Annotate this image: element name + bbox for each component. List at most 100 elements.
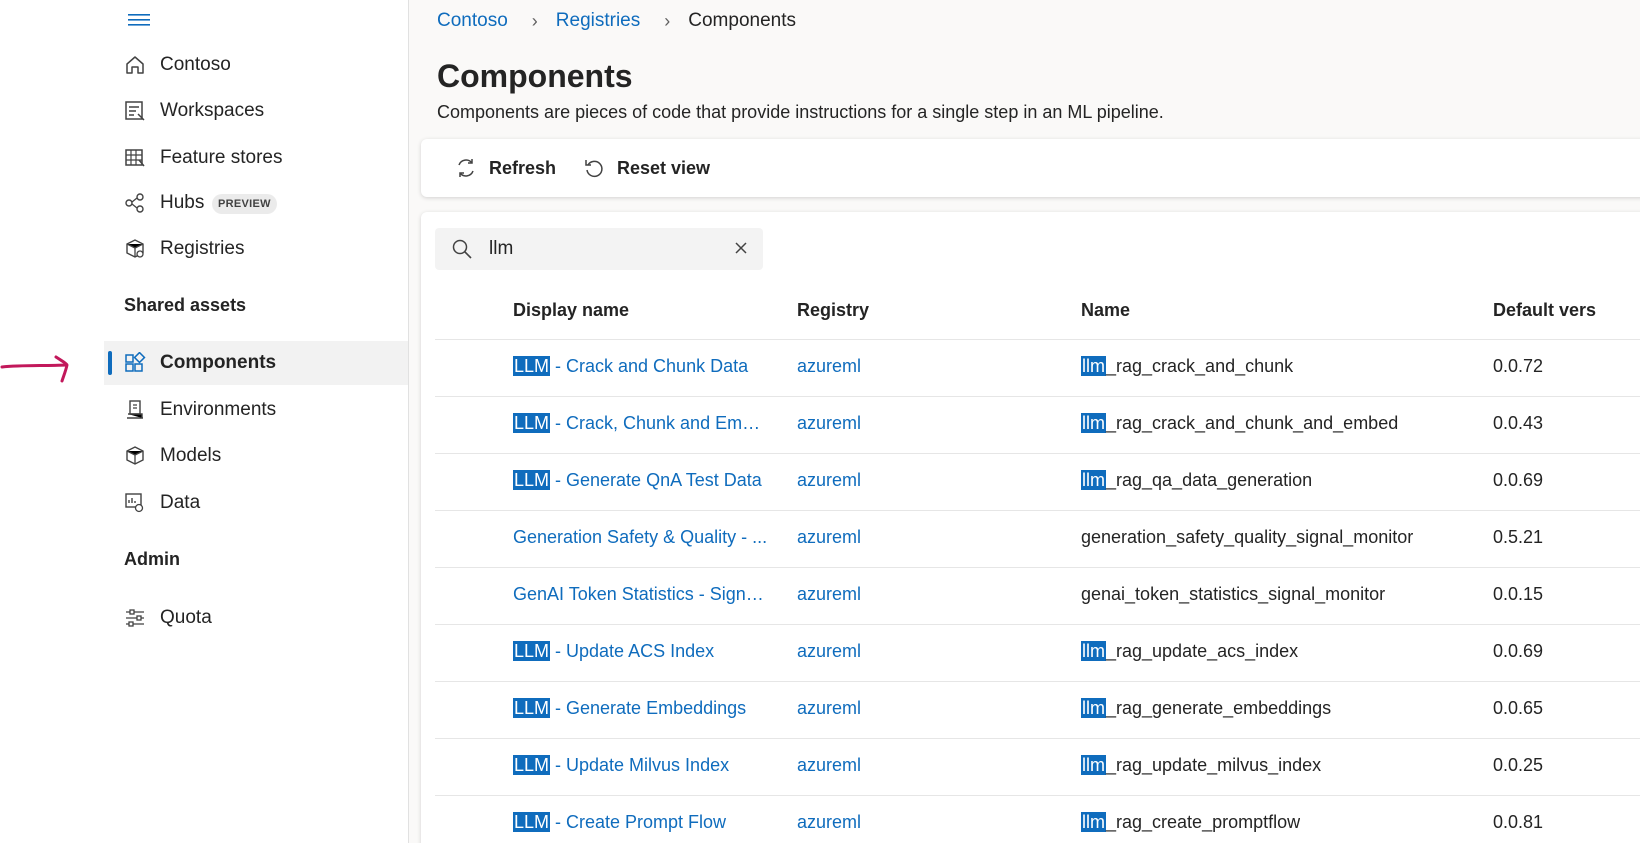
registry-link[interactable]: azureml bbox=[797, 470, 861, 491]
column-header-name[interactable]: Name bbox=[1081, 300, 1130, 321]
registry-link[interactable]: azureml bbox=[797, 527, 861, 548]
nav-item-registries[interactable]: Registries bbox=[104, 227, 408, 271]
left-nav: Contoso Workspaces Feature stores Hubs P… bbox=[0, 0, 408, 843]
components-icon bbox=[125, 352, 146, 372]
column-header-display-name[interactable]: Display name bbox=[513, 300, 629, 321]
table-row[interactable]: LLM - Update ACS Index azureml llm_rag_upd… bbox=[435, 625, 1640, 682]
registry-link[interactable]: azureml bbox=[797, 641, 861, 662]
search-highlight: llm bbox=[1081, 755, 1106, 775]
table-row[interactable]: LLM - Generate Embeddings azureml llm_rag_… bbox=[435, 682, 1640, 739]
nav-item-workspaces[interactable]: Workspaces bbox=[104, 89, 408, 133]
table-row[interactable]: LLM - Crack, Chunk and Embe... azureml llm… bbox=[435, 397, 1640, 454]
quota-icon bbox=[126, 609, 144, 627]
nav-item-label: Registries bbox=[160, 238, 245, 259]
components-list-card: llm Display name Registry Name Default v… bbox=[421, 212, 1640, 843]
nav-item-models[interactable]: Models bbox=[104, 434, 408, 478]
component-name: llm_rag_update_acs_index bbox=[1081, 641, 1298, 662]
table-row[interactable]: LLM - Generate QnA Test Data azureml llm_r… bbox=[435, 454, 1640, 511]
component-name-text: _rag_qa_data_generation bbox=[1106, 470, 1313, 490]
reset-view-label: Reset view bbox=[617, 157, 711, 178]
display-name-link[interactable]: LLM - Crack, Chunk and Embe... bbox=[513, 413, 769, 434]
component-name-text: _rag_crack_and_chunk bbox=[1106, 356, 1294, 376]
display-name-text: - Crack, Chunk and Embe... bbox=[550, 413, 769, 433]
chevron-right-icon: › bbox=[531, 10, 538, 31]
table-row[interactable]: Generation Safety & Quality - ... azureml… bbox=[435, 511, 1640, 568]
default-version: 0.0.69 bbox=[1493, 470, 1544, 490]
registry-link[interactable]: azureml bbox=[797, 812, 861, 833]
search-highlight: llm bbox=[1081, 698, 1106, 718]
nav-item-contoso[interactable]: Contoso bbox=[104, 43, 408, 87]
search-highlight: llm bbox=[1081, 413, 1106, 433]
workspaces-icon bbox=[125, 101, 145, 121]
display-name-link[interactable]: LLM - Generate QnA Test Data bbox=[513, 470, 769, 491]
column-header-registry[interactable]: Registry bbox=[797, 300, 869, 321]
feature-stores-icon bbox=[125, 149, 145, 167]
page-title: Components bbox=[437, 58, 633, 94]
display-name-link[interactable]: GenAI Token Statistics - Signal ... bbox=[513, 584, 769, 605]
search-highlight: llm bbox=[1081, 641, 1106, 661]
component-name: llm_rag_crack_and_chunk_and_embed bbox=[1081, 413, 1398, 434]
refresh-icon bbox=[458, 159, 474, 177]
display-name-text: Generation Safety & Quality - ... bbox=[513, 527, 768, 547]
clear-icon[interactable] bbox=[733, 240, 749, 256]
breadcrumb: Contoso › Registries › Components bbox=[437, 8, 796, 34]
display-name-link[interactable]: LLM - Crack and Chunk Data bbox=[513, 356, 769, 377]
nav-item-components[interactable]: Components bbox=[104, 341, 408, 385]
display-name-link[interactable]: Generation Safety & Quality - ... bbox=[513, 527, 769, 548]
component-name: llm_rag_create_promptflow bbox=[1081, 812, 1300, 833]
registries-icon bbox=[126, 239, 144, 258]
search-highlight: LLM bbox=[513, 755, 551, 775]
component-name-text: _rag_update_milvus_index bbox=[1106, 755, 1322, 775]
hamburger-menu-icon[interactable] bbox=[128, 10, 152, 30]
nav-item-quota[interactable]: Quota bbox=[104, 596, 408, 640]
component-name: generation_safety_quality_signal_monitor bbox=[1081, 527, 1413, 548]
search-highlight: llm bbox=[1081, 356, 1106, 376]
reset-icon bbox=[585, 160, 603, 178]
reset-view-button[interactable]: Reset view bbox=[583, 153, 710, 183]
default-version: 0.0.65 bbox=[1493, 698, 1544, 718]
table-header: Display name Registry Name Default vers bbox=[435, 282, 1640, 340]
table-row[interactable]: GenAI Token Statistics - Signal ... azure… bbox=[435, 568, 1640, 625]
nav-item-data[interactable]: Data bbox=[104, 481, 408, 525]
display-name-link[interactable]: LLM - Create Prompt Flow bbox=[513, 812, 769, 833]
table-row[interactable]: LLM - Crack and Chunk Data azureml llm_rag… bbox=[435, 340, 1640, 397]
component-name-text: _rag_crack_and_chunk_and_embed bbox=[1106, 413, 1399, 433]
display-name-text: - Crack and Chunk Data bbox=[550, 356, 749, 376]
annotation-arrow-icon bbox=[0, 355, 69, 383]
search-input[interactable]: llm bbox=[489, 238, 513, 260]
command-bar: Refresh Reset view bbox=[421, 139, 1640, 197]
nav-item-environments[interactable]: Environments bbox=[104, 388, 408, 432]
nav-item-feature-stores[interactable]: Feature stores bbox=[104, 136, 408, 180]
registry-link[interactable]: azureml bbox=[797, 755, 861, 776]
nav-item-label: Workspaces bbox=[160, 100, 265, 121]
column-header-default-version[interactable]: Default vers bbox=[1493, 300, 1596, 321]
default-version: 0.0.25 bbox=[1493, 755, 1544, 775]
registry-link[interactable]: azureml bbox=[797, 356, 861, 377]
environments-icon bbox=[127, 400, 143, 419]
admin-heading: Admin bbox=[124, 549, 180, 569]
nav-item-label: Hubs bbox=[160, 192, 205, 213]
component-name-text: genai_token_statistics_signal_monitor bbox=[1081, 584, 1386, 604]
nav-item-hubs[interactable]: Hubs PREVIEW bbox=[104, 181, 408, 225]
registry-link[interactable]: azureml bbox=[797, 413, 861, 434]
default-version: 0.0.15 bbox=[1493, 584, 1544, 604]
registry-link[interactable]: azureml bbox=[797, 698, 861, 719]
display-name-link[interactable]: LLM - Update Milvus Index bbox=[513, 755, 769, 776]
display-name-text: - Update Milvus Index bbox=[550, 755, 730, 775]
shared-assets-heading: Shared assets bbox=[124, 295, 247, 315]
registry-link[interactable]: azureml bbox=[797, 584, 861, 605]
display-name-link[interactable]: LLM - Generate Embeddings bbox=[513, 698, 769, 719]
display-name-text: GenAI Token Statistics - Signal ... bbox=[513, 584, 769, 604]
models-icon bbox=[126, 446, 144, 465]
breadcrumb-link-registries[interactable]: Registries bbox=[556, 10, 640, 32]
nav-item-label: Environments bbox=[160, 399, 277, 420]
refresh-button[interactable]: Refresh bbox=[455, 153, 556, 183]
default-version: 0.0.69 bbox=[1493, 641, 1544, 661]
search-box[interactable]: llm bbox=[435, 228, 763, 270]
breadcrumb-link-contoso[interactable]: Contoso bbox=[437, 10, 508, 32]
table-row[interactable]: LLM - Update Milvus Index azureml llm_rag_… bbox=[435, 739, 1640, 796]
table-row[interactable]: LLM - Create Prompt Flow azureml llm_rag_c… bbox=[435, 796, 1640, 843]
component-name: llm_rag_crack_and_chunk bbox=[1081, 356, 1293, 377]
display-name-link[interactable]: LLM - Update ACS Index bbox=[513, 641, 769, 662]
main-content: Contoso › Registries › Components Compon… bbox=[408, 0, 1640, 843]
